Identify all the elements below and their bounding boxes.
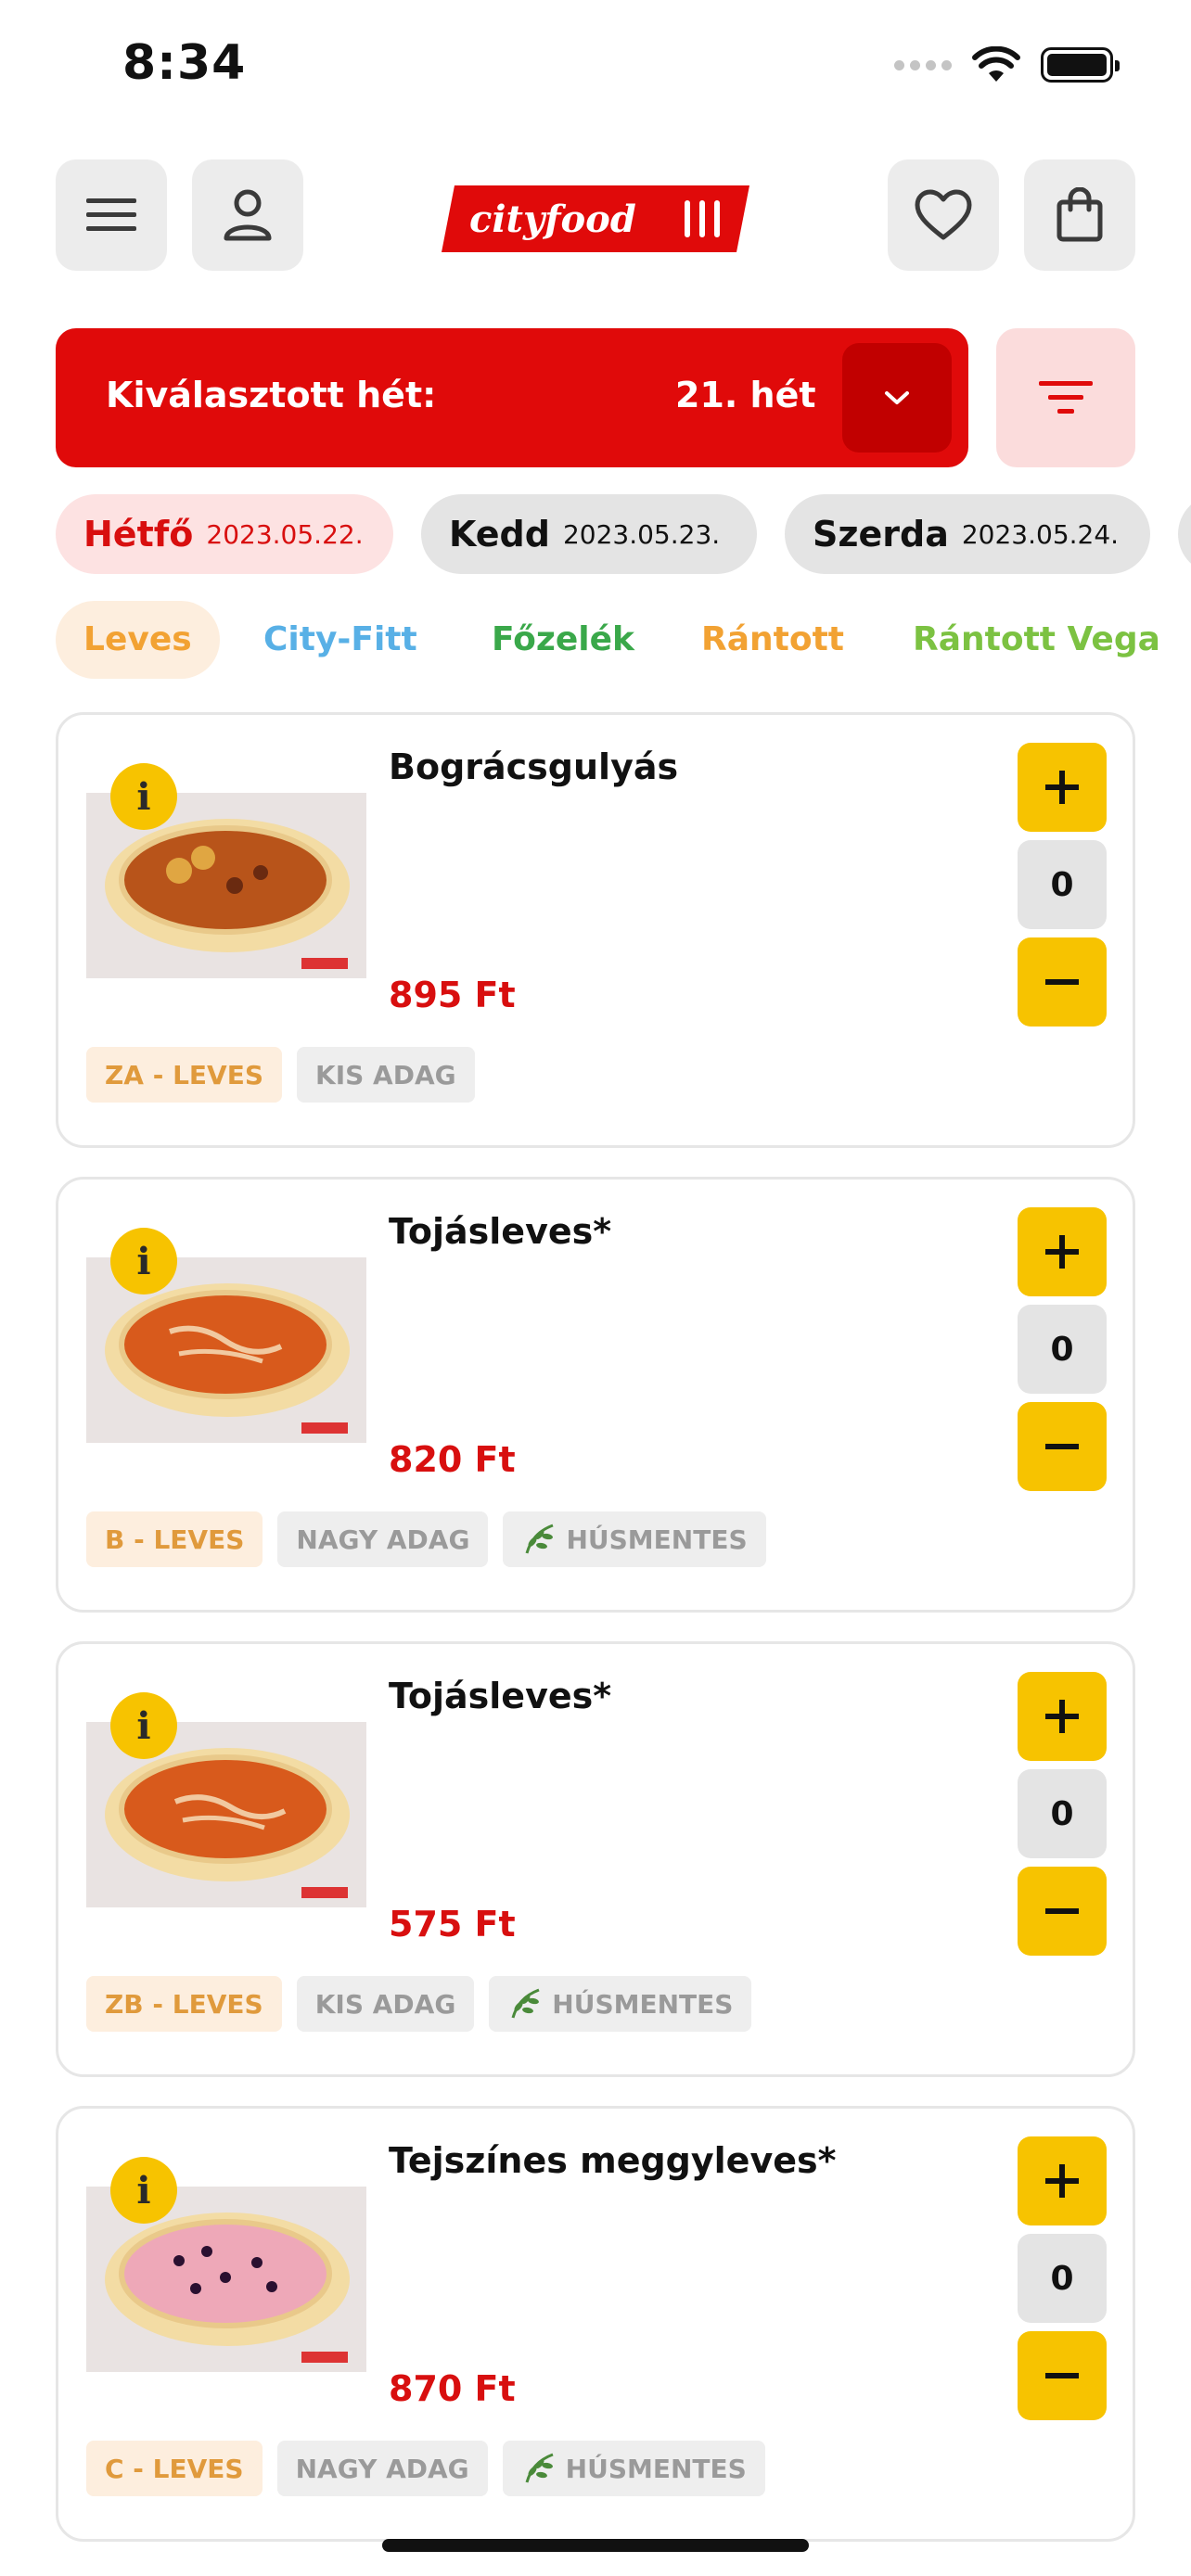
- minus-icon: [1045, 979, 1079, 985]
- food-card: i Tejszínes meggyleves* 870 Ft 0 C - LEV…: [56, 2106, 1135, 2542]
- food-price: 820 Ft: [389, 1439, 516, 1480]
- tab-fozelek[interactable]: Főzelék: [492, 601, 634, 679]
- food-card: i Tojásleves* 820 Ft 0 B - LEVES NAGY AD…: [56, 1177, 1135, 1613]
- decrease-button[interactable]: [1018, 937, 1107, 1027]
- quantity-value: 0: [1018, 840, 1107, 929]
- category-tabs: Leves City-Fitt Főzelék Rántott Rántott …: [56, 601, 1191, 679]
- category-code-tag: ZB - LEVES: [86, 1976, 282, 2032]
- week-selector[interactable]: Kiválasztott hét: 21. hét: [56, 328, 968, 467]
- user-icon: [224, 189, 272, 241]
- heart-icon: [915, 189, 972, 240]
- info-icon[interactable]: i: [110, 763, 177, 830]
- favorites-button[interactable]: [888, 159, 999, 271]
- cityfood-logo: cityfood: [442, 185, 749, 252]
- meatless-tag: HÚSMENTES: [502, 2441, 765, 2496]
- day-chip-partial[interactable]: [1178, 494, 1191, 574]
- tag-list: C - LEVES NAGY ADAG HÚSMENTES: [86, 2441, 765, 2496]
- portion-tag: NAGY ADAG: [276, 2441, 488, 2496]
- meatless-label: HÚSMENTES: [552, 1988, 734, 2020]
- food-name: Tojásleves*: [389, 1211, 612, 1252]
- plus-icon: [1045, 1700, 1079, 1733]
- status-bar: 8:34: [0, 0, 1191, 139]
- increase-button[interactable]: [1018, 2136, 1107, 2225]
- portion-tag: KIS ADAG: [296, 1976, 475, 2032]
- food-price: 895 Ft: [389, 975, 516, 1015]
- week-label: Kiválasztott hét:: [106, 375, 437, 415]
- day-chip-monday[interactable]: Hétfő 2023.05.22.: [56, 494, 393, 574]
- info-icon[interactable]: i: [110, 2157, 177, 2224]
- day-chip-tuesday[interactable]: Kedd 2023.05.23.: [421, 494, 757, 574]
- week-value: 21. hét: [675, 375, 816, 415]
- app-header: cityfood: [0, 159, 1191, 273]
- decrease-button[interactable]: [1018, 1867, 1107, 1956]
- food-name: Tojásleves*: [389, 1676, 612, 1716]
- day-name: Kedd: [449, 514, 550, 555]
- meatless-tag: HÚSMENTES: [503, 1511, 766, 1567]
- plus-icon: [1045, 1235, 1079, 1269]
- shopping-bag-icon: [1057, 187, 1103, 242]
- chevron-down-icon: [885, 391, 909, 404]
- tab-leves[interactable]: Leves: [56, 601, 220, 679]
- decrease-button[interactable]: [1018, 2331, 1107, 2420]
- tag-list: B - LEVES NAGY ADAG HÚSMENTES: [86, 1511, 766, 1567]
- leaf-icon: [526, 1524, 555, 1554]
- food-price: 870 Ft: [389, 2368, 516, 2409]
- tab-rantott-vega[interactable]: Rántott Vega: [913, 601, 1160, 679]
- minus-icon: [1045, 1444, 1079, 1449]
- day-date: 2023.05.23.: [562, 518, 721, 550]
- quantity-value: 0: [1018, 1769, 1107, 1858]
- plus-icon: [1045, 2164, 1079, 2198]
- cart-button[interactable]: [1024, 159, 1135, 271]
- day-selector: Hétfő 2023.05.22. Kedd 2023.05.23. Szerd…: [56, 494, 1191, 574]
- week-dropdown-button[interactable]: [842, 343, 952, 453]
- increase-button[interactable]: [1018, 1207, 1107, 1296]
- minus-icon: [1045, 2373, 1079, 2378]
- cellular-signal-icon: [894, 59, 952, 70]
- quantity-value: 0: [1018, 1305, 1107, 1394]
- day-date: 2023.05.22.: [206, 518, 364, 550]
- quantity-value: 0: [1018, 2234, 1107, 2323]
- tag-list: ZB - LEVES KIS ADAG HÚSMENTES: [86, 1976, 752, 2032]
- food-price: 575 Ft: [389, 1904, 516, 1945]
- minus-icon: [1045, 1908, 1079, 1914]
- leaf-icon: [511, 1988, 540, 2019]
- day-chip-wednesday[interactable]: Szerda 2023.05.24.: [785, 494, 1150, 574]
- status-time: 8:34: [122, 35, 247, 91]
- filter-icon: [1039, 381, 1093, 414]
- menu-button[interactable]: [56, 159, 167, 271]
- day-name: Szerda: [813, 514, 949, 555]
- category-code-tag: ZA - LEVES: [86, 1047, 283, 1103]
- food-card: i Tojásleves* 575 Ft 0 ZB - LEVES KIS AD…: [56, 1641, 1135, 2077]
- food-name: Bográcsgulyás: [389, 746, 679, 787]
- tab-rantott[interactable]: Rántott: [701, 601, 844, 679]
- increase-button[interactable]: [1018, 743, 1107, 832]
- info-icon[interactable]: i: [110, 1228, 177, 1294]
- home-indicator[interactable]: [382, 2539, 809, 2552]
- tag-list: ZA - LEVES KIS ADAG: [86, 1047, 475, 1103]
- category-code-tag: B - LEVES: [86, 1511, 263, 1567]
- category-code-tag: C - LEVES: [86, 2441, 263, 2496]
- decrease-button[interactable]: [1018, 1402, 1107, 1491]
- menu-icon: [86, 198, 136, 231]
- food-name: Tejszínes meggyleves*: [389, 2140, 837, 2181]
- wifi-icon: [972, 46, 1020, 82]
- leaf-icon: [525, 2453, 554, 2483]
- meatless-tag: HÚSMENTES: [489, 1976, 752, 2032]
- logo-text: cityfood: [469, 198, 636, 241]
- tab-city-fitt[interactable]: City-Fitt: [263, 601, 417, 679]
- increase-button[interactable]: [1018, 1672, 1107, 1761]
- battery-icon: [1041, 47, 1120, 83]
- day-date: 2023.05.24.: [961, 518, 1120, 550]
- portion-tag: KIS ADAG: [297, 1047, 475, 1103]
- plus-icon: [1045, 771, 1079, 804]
- profile-button[interactable]: [192, 159, 303, 271]
- info-icon[interactable]: i: [110, 1692, 177, 1759]
- filter-button[interactable]: [996, 328, 1135, 467]
- meatless-label: HÚSMENTES: [565, 2453, 747, 2484]
- day-name: Hétfő: [83, 514, 194, 555]
- status-icons: [894, 46, 1120, 83]
- food-card: i Bográcsgulyás 895 Ft 0 ZA - LEVES KIS …: [56, 712, 1135, 1148]
- meatless-label: HÚSMENTES: [566, 1524, 748, 1555]
- portion-tag: NAGY ADAG: [277, 1511, 489, 1567]
